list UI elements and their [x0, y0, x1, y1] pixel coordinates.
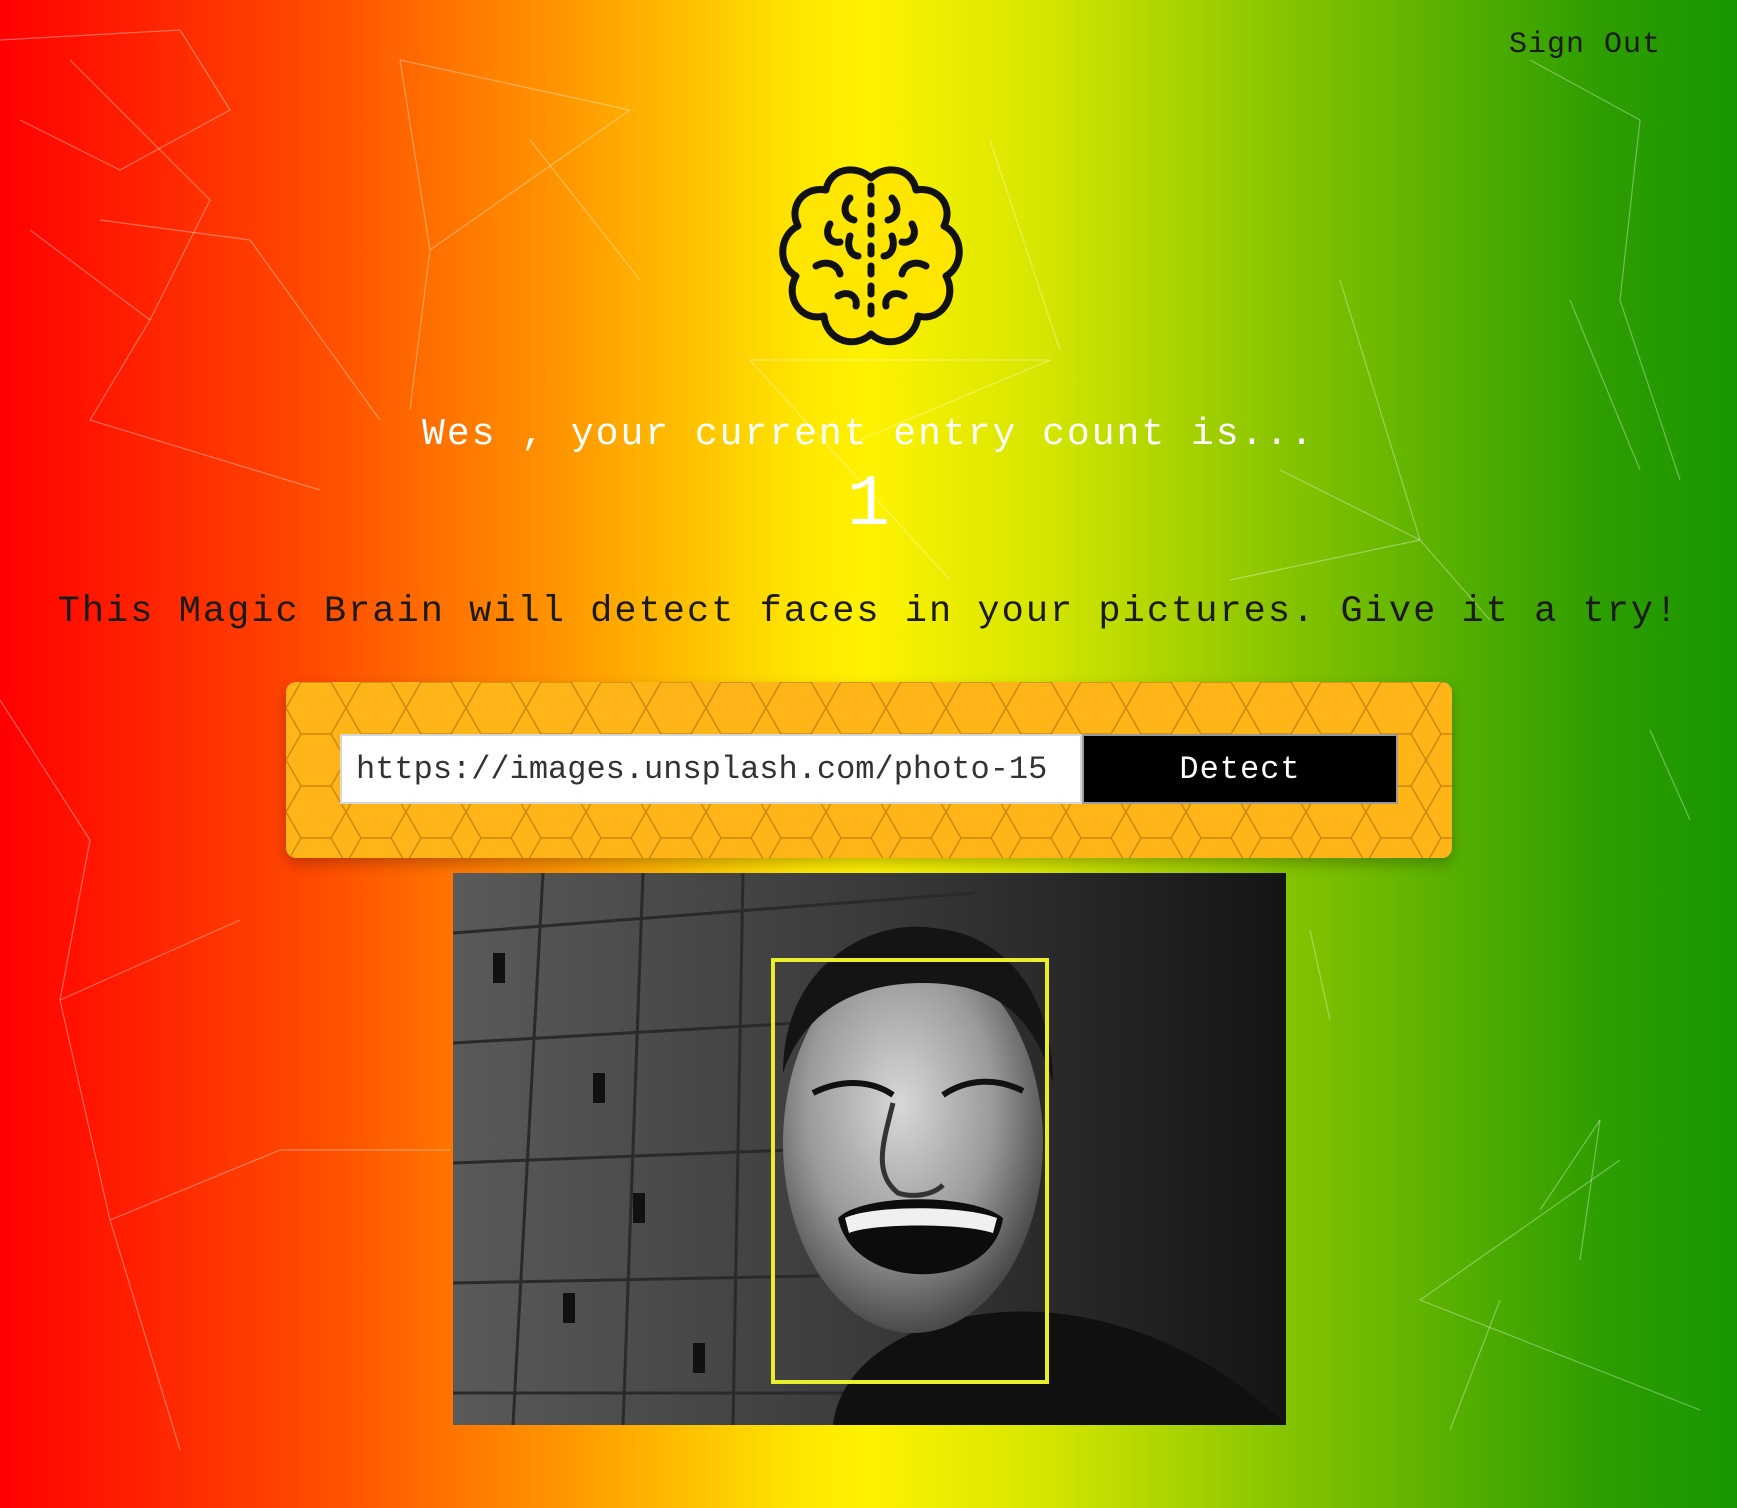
detect-button[interactable]: Detect	[1082, 734, 1398, 804]
image-link-form: Detect	[286, 682, 1452, 858]
brain-icon	[768, 158, 974, 364]
sign-out-link[interactable]: Sign Out	[1509, 28, 1661, 62]
app-tagline: This Magic Brain will detect faces in yo…	[57, 591, 1680, 633]
result-image	[453, 873, 1286, 1425]
entry-count-value: 1	[846, 464, 891, 546]
image-url-input[interactable]	[340, 734, 1082, 804]
entry-count-message: Wes , your current entry count is...	[422, 413, 1315, 456]
face-bounding-box	[771, 958, 1049, 1384]
